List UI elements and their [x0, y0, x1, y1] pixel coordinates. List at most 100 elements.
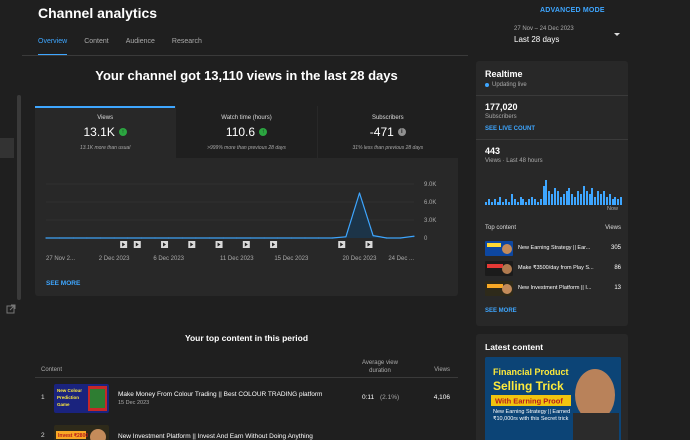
data-point [236, 237, 238, 239]
external-link-icon[interactable] [6, 304, 16, 314]
data-point [290, 237, 292, 239]
date-range-text: 27 Nov – 24 Dec 2023 [514, 26, 574, 32]
y-tick-label: 0 [424, 236, 428, 242]
subscriber-count: 177,020 [485, 102, 518, 112]
views-chart[interactable]: 9.0K 6.0K 3.0K 0 27 Nov 2... 2 Dec 2023 6 Dec … [35, 158, 458, 278]
data-point [304, 237, 306, 239]
overview-card: Views 13.1K ↑ 13.1K more than usual Watc… [35, 106, 458, 296]
tab-overview[interactable]: Overview [38, 38, 68, 56]
x-tick-label: 2 Dec 2023 [99, 256, 130, 262]
metric-note: >999% more than previous 28 days [207, 145, 286, 151]
thumb-text: Game [57, 402, 70, 407]
see-more-link[interactable]: SEE MORE [485, 308, 517, 314]
advanced-mode-link[interactable]: ADVANCED MODE [540, 7, 605, 14]
metric-value-wrap: 110.6 ↑ [226, 125, 268, 139]
realtime-views: 443 [485, 146, 501, 156]
realtime-bar [519, 196, 522, 205]
avg-duration: 0:11 [362, 394, 375, 401]
row-index: 1 [41, 394, 45, 401]
top-content-item[interactable]: Make ₹3500/day from Play S... 86 [485, 261, 621, 277]
item-views: 13 [614, 285, 621, 291]
caret-down-icon [614, 33, 620, 36]
metric-tabs: Views 13.1K ↑ 13.1K more than usual Watc… [35, 106, 458, 158]
subscriber-label: Subscribers [485, 114, 517, 120]
realtime-bar [508, 202, 510, 205]
metric-watch-time[interactable]: Watch time (hours) 110.6 ↑ >999% more th… [175, 106, 317, 158]
item-views: 305 [610, 245, 621, 251]
video-thumbnail[interactable]: New Colour Prediction Game [54, 384, 109, 413]
top-content-label: Top content [485, 225, 517, 231]
x-tick-label: 20 Dec 2023 [342, 256, 377, 262]
page-title: Channel analytics [38, 5, 158, 21]
top-content-item[interactable]: New Earning Strategy || Ear... 305 [485, 241, 621, 257]
realtime-bar [525, 202, 528, 205]
data-point [386, 237, 388, 239]
table-row[interactable]: 1 New Colour Prediction Game Make Money … [35, 381, 458, 414]
data-point [263, 237, 265, 239]
metric-views[interactable]: Views 13.1K ↑ 13.1K more than usual [35, 106, 176, 158]
views-headline: Your channel got 13,110 views in the las… [95, 68, 398, 83]
video-date: 15 Dec 2023 [118, 400, 150, 406]
metric-label: Watch time (hours) [221, 115, 272, 121]
data-point [399, 237, 401, 239]
realtime-bar [617, 199, 620, 205]
realtime-title: Realtime [485, 69, 523, 79]
col-content[interactable]: Content [41, 367, 62, 373]
item-title: New Earning Strategy || Ear... [518, 245, 591, 251]
data-point [45, 237, 47, 239]
data-point [331, 237, 333, 239]
realtime-bar [490, 202, 493, 205]
realtime-bar [522, 199, 525, 205]
realtime-bar [614, 196, 617, 205]
col-views[interactable]: Views [434, 367, 450, 373]
video-thumbnail[interactable]: Invest ₹2800 [54, 425, 109, 440]
thumb-headline: With Earning Proof [495, 397, 563, 406]
chart-area [46, 193, 414, 238]
now-label: Now [607, 206, 619, 212]
realtime-bar [554, 188, 556, 205]
table-row[interactable]: 2 Invest ₹2800 New Investment Platform |… [35, 422, 458, 440]
latest-video-thumbnail[interactable]: Financial Product Selling Trick With Ear… [485, 357, 621, 440]
realtime-bar [605, 196, 608, 205]
realtime-bar [579, 193, 582, 205]
col-avg-duration[interactable]: Average view duration [353, 359, 407, 375]
data-point [72, 237, 74, 239]
metric-note: 31% less than previous 28 days [352, 145, 424, 151]
see-more-link[interactable]: SEE MORE [46, 280, 80, 287]
top-content-header: Top content Views [485, 225, 621, 231]
data-point [358, 192, 361, 194]
data-point [127, 237, 129, 239]
item-thumbnail [485, 281, 513, 296]
data-point [140, 237, 142, 239]
realtime-bar [600, 193, 602, 205]
realtime-bar [539, 199, 542, 205]
date-range-picker[interactable]: 27 Nov – 24 Dec 2023 Last 28 days [514, 26, 624, 44]
realtime-bar [542, 185, 545, 205]
y-tick-label: 6.0K [424, 200, 436, 206]
metric-value: -471 [369, 125, 394, 139]
tab-research[interactable]: Research [172, 38, 202, 56]
item-thumbnail [485, 241, 513, 256]
item-title: Make ₹3500/day from Play S... [518, 265, 594, 271]
tab-content[interactable]: Content [84, 38, 109, 56]
scrollbar[interactable] [17, 95, 21, 300]
info-icon: i [397, 128, 406, 136]
realtime-bar [591, 188, 594, 205]
see-live-count-link[interactable]: SEE LIVE COUNT [485, 126, 619, 132]
realtime-bar-chart[interactable] [485, 180, 623, 205]
thumb-headline: Selling Trick [493, 379, 564, 393]
realtime-bar [516, 202, 519, 205]
metric-subscribers[interactable]: Subscribers -471 i 31% less than previou… [316, 106, 458, 158]
tab-audience[interactable]: Audience [126, 38, 155, 56]
top-content-item[interactable]: New Investment Platform || I... 13 [485, 281, 621, 297]
realtime-bar [551, 193, 554, 205]
x-tick-label: 6 Dec 2023 [153, 256, 184, 262]
realtime-bar [577, 191, 579, 205]
realtime-bar [594, 196, 597, 205]
video-title[interactable]: New Investment Platform || Invest And Ea… [118, 433, 313, 440]
realtime-bar [556, 191, 559, 205]
metric-value-wrap: 13.1K ↑ [83, 125, 127, 139]
video-title[interactable]: Make Money From Colour Trading || Best C… [118, 391, 322, 398]
realtime-bar [485, 202, 487, 205]
realtime-bar [528, 199, 531, 205]
